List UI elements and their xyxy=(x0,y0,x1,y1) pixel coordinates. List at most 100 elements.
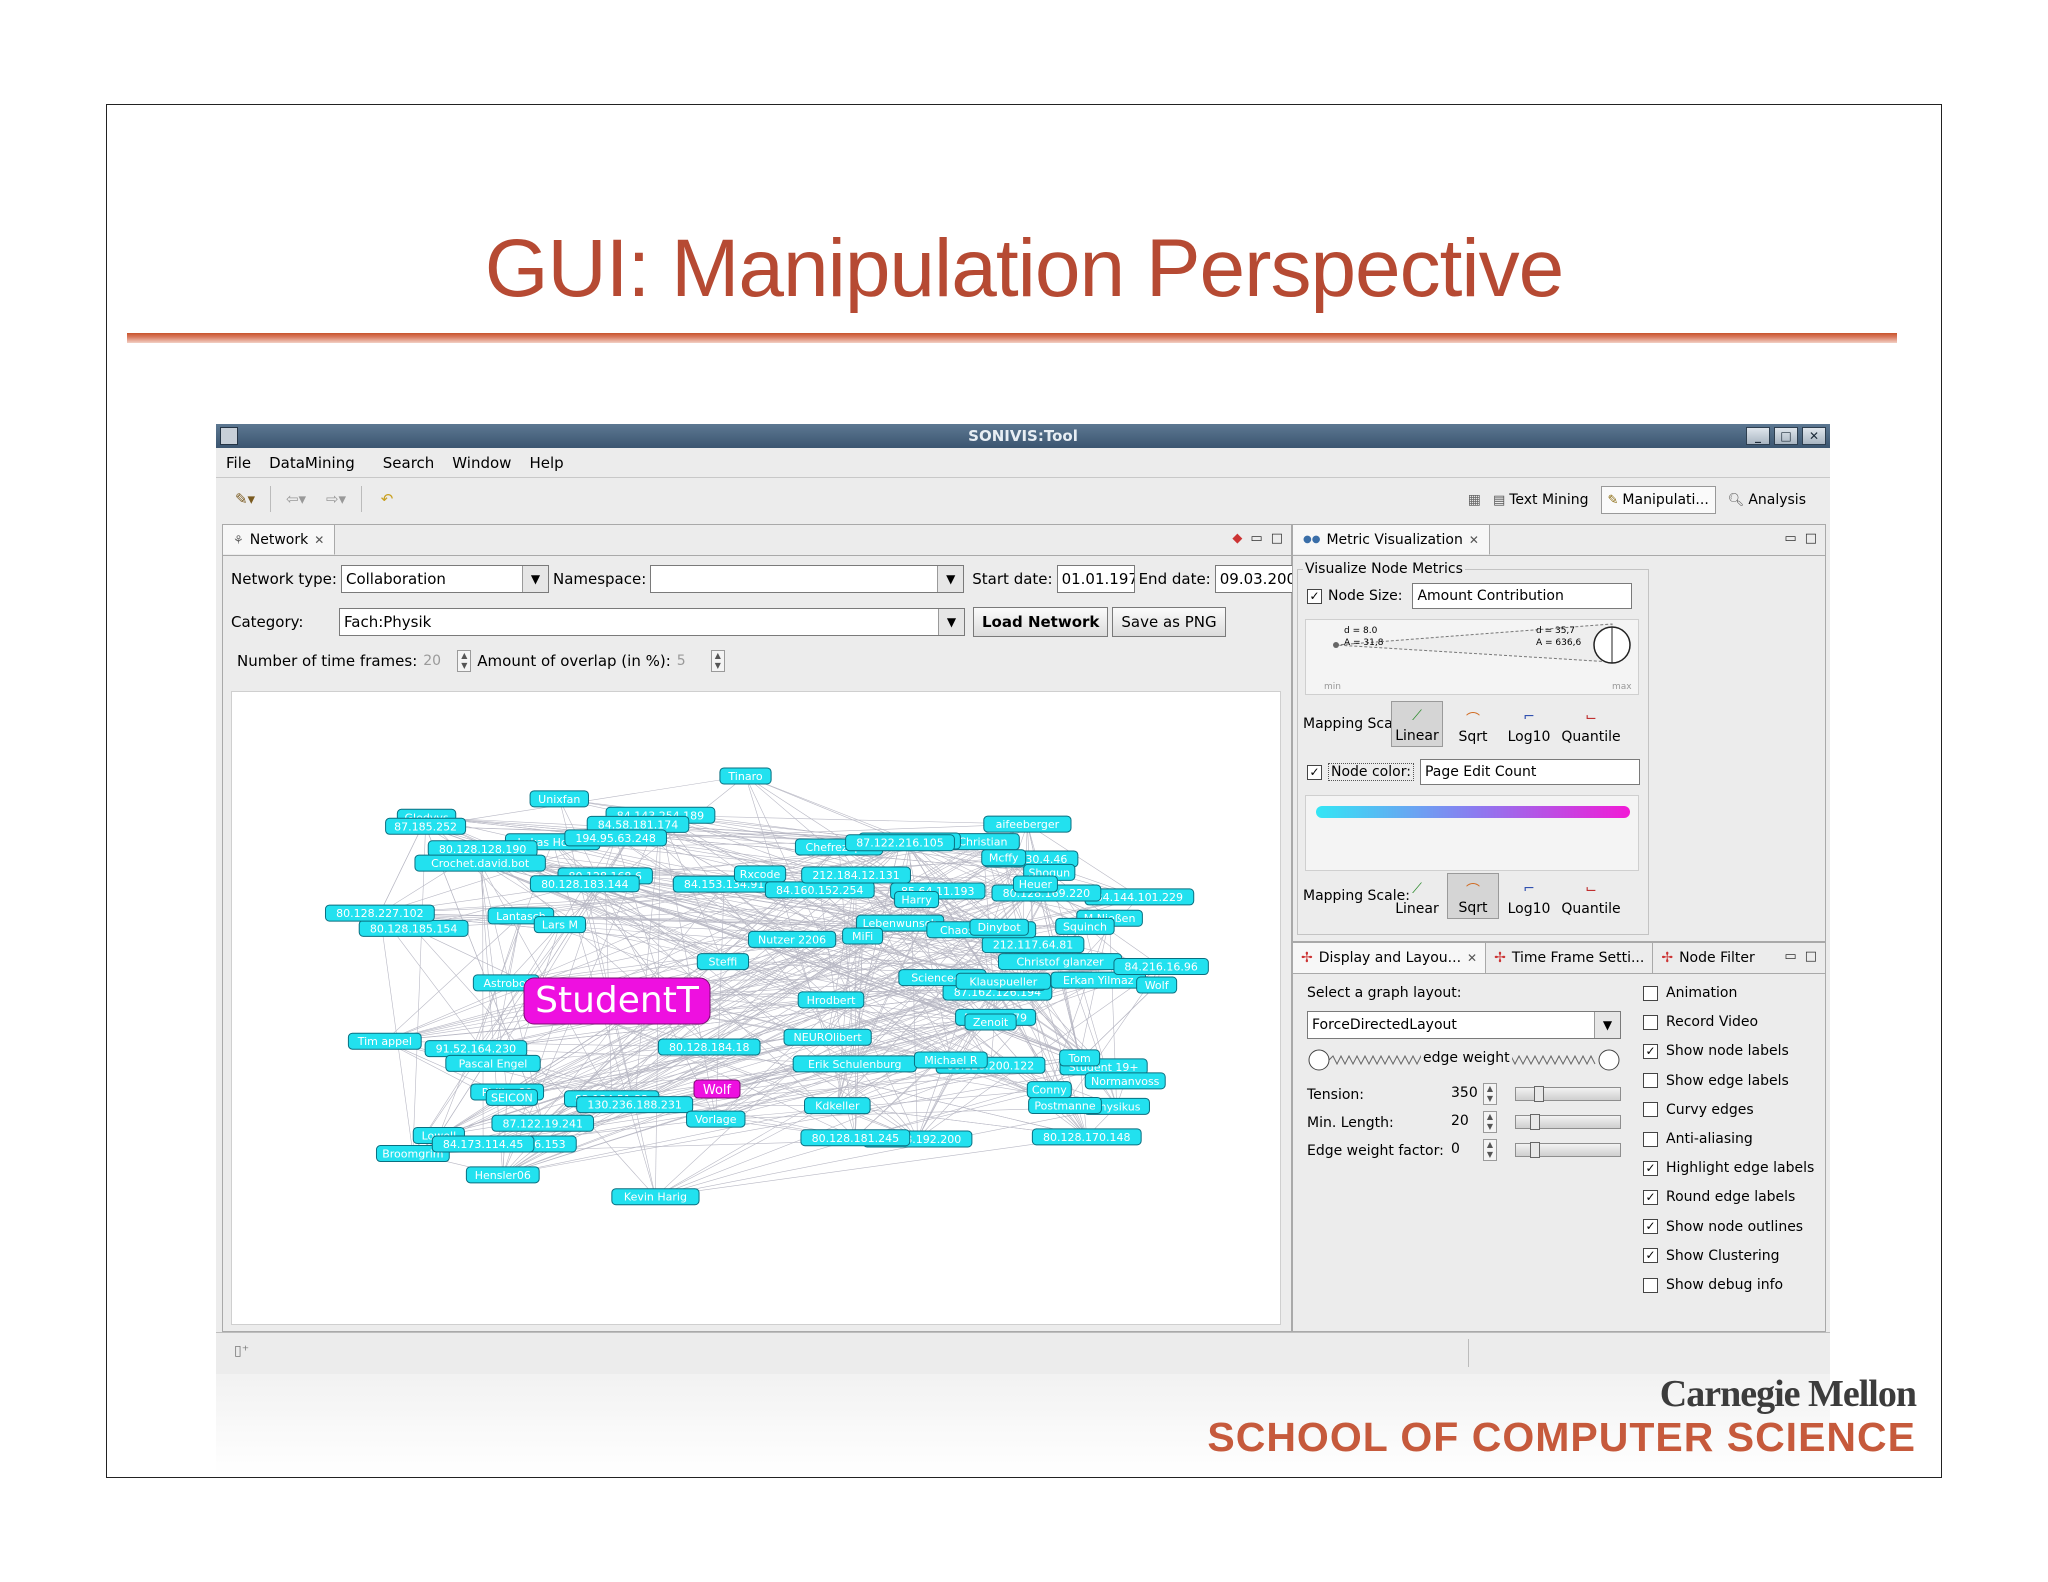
graph-node[interactable]: SEICON xyxy=(485,1088,538,1106)
tab-metric-visualization[interactable]: ●● Metric Visualization ✕ xyxy=(1293,525,1490,555)
graph-node[interactable]: 80.128.128.190 xyxy=(427,840,538,858)
graph-node-highlighted-large[interactable]: StudentT xyxy=(523,977,711,1025)
graph-node[interactable]: 87.122.216.105 xyxy=(845,834,955,852)
graph-node[interactable]: Conny xyxy=(1026,1081,1072,1099)
tension-spinner[interactable]: ▲ ▼ xyxy=(1483,1083,1497,1105)
node-size-metric-field[interactable]: Amount Contribution xyxy=(1412,583,1633,609)
graph-node[interactable]: Vorlage xyxy=(686,1110,746,1128)
option-curvy-edges[interactable]: Curvy edges xyxy=(1643,1102,1754,1118)
option-checkbox[interactable] xyxy=(1643,1102,1658,1118)
graph-node[interactable]: 80.128.183.144 xyxy=(529,875,640,893)
eraser-icon[interactable]: ◆ xyxy=(1232,531,1242,546)
graph-node[interactable]: 194.95.63.248 xyxy=(564,829,667,847)
nav-forward-icon[interactable]: ⇨▾ xyxy=(321,487,351,511)
graph-node[interactable]: 80.128.184.18 xyxy=(657,1038,761,1056)
option-round-edge-labels[interactable]: ✓ Round edge labels xyxy=(1643,1189,1795,1205)
graph-node[interactable]: 212.184.12.131 xyxy=(801,866,911,884)
graph-node[interactable]: Harry xyxy=(894,891,940,909)
scale-linear-button[interactable]: ⟋ Linear xyxy=(1391,701,1443,747)
graph-node[interactable]: NEUROlibert xyxy=(783,1028,872,1046)
slider-thumb[interactable] xyxy=(1534,1086,1544,1102)
tab-network[interactable]: ⚘ Network ✕ xyxy=(223,525,336,555)
edge-factor-slider[interactable] xyxy=(1515,1142,1621,1158)
graph-node[interactable]: Tim appel xyxy=(347,1032,422,1050)
min-length-value[interactable]: 20 xyxy=(1447,1109,1483,1133)
fast-view-icon[interactable]: ▯⁺ xyxy=(234,1343,249,1359)
graph-node[interactable]: 84.173.114.45 xyxy=(431,1135,535,1153)
option-record-video[interactable]: Record Video xyxy=(1643,1014,1758,1030)
graph-node[interactable]: Normanvoss xyxy=(1084,1072,1166,1090)
graph-node[interactable]: Dinybot xyxy=(969,918,1029,936)
wand-dropdown-icon[interactable]: ✎▾ xyxy=(230,487,260,511)
graph-node[interactable]: Hrodbert xyxy=(797,991,865,1009)
menu-search[interactable]: Search xyxy=(383,454,435,472)
overlap-value[interactable]: 5 xyxy=(677,649,705,673)
close-button[interactable]: ✕ xyxy=(1802,427,1826,445)
graph-node[interactable]: Squinch xyxy=(1055,917,1115,935)
nav-back-icon[interactable]: ⇦▾ xyxy=(281,487,311,511)
tab-time-frame-settings[interactable]: ✢ Time Frame Setti... xyxy=(1486,943,1654,973)
scale-linear-button[interactable]: ⟋ Linear xyxy=(1391,873,1443,919)
option-checkbox[interactable]: ✓ xyxy=(1643,1043,1658,1059)
maximize-view-icon[interactable]: □ xyxy=(1805,531,1817,546)
option-show-node-labels[interactable]: ✓ Show node labels xyxy=(1643,1043,1789,1059)
perspective-analysis[interactable]: 🔍︎ Analysis xyxy=(1722,486,1812,514)
maximize-button[interactable]: □ xyxy=(1774,427,1798,445)
minimize-view-icon[interactable]: ▭ xyxy=(1784,949,1796,964)
time-frames-value[interactable]: 20 xyxy=(423,649,451,673)
close-tab-icon[interactable]: ✕ xyxy=(1467,951,1477,965)
slider-thumb[interactable] xyxy=(1530,1114,1540,1130)
graph-layout-select[interactable]: ForceDirectedLayout ▼ xyxy=(1307,1011,1621,1039)
graph-node[interactable]: 91.52.164.230 xyxy=(424,1040,528,1058)
graph-node-highlighted[interactable]: Wolf xyxy=(693,1079,741,1099)
graph-node[interactable]: Heuer xyxy=(1012,875,1058,893)
tension-slider[interactable] xyxy=(1515,1086,1621,1102)
graph-node[interactable]: MiFi xyxy=(842,927,884,945)
option-checkbox[interactable] xyxy=(1643,1131,1658,1147)
tab-node-filter[interactable]: ✢ Node Filter xyxy=(1653,943,1762,973)
min-length-spinner[interactable]: ▲ ▼ xyxy=(1483,1111,1497,1133)
option-checkbox[interactable]: ✓ xyxy=(1643,1248,1658,1264)
option-checkbox[interactable] xyxy=(1643,1073,1658,1089)
graph-node[interactable]: Kdkeller xyxy=(804,1097,871,1115)
node-color-checkbox[interactable]: ✓ xyxy=(1307,764,1322,780)
graph-node[interactable]: Christof glanzer xyxy=(997,953,1123,971)
minimize-view-icon[interactable]: ▭ xyxy=(1784,531,1796,546)
graph-node[interactable]: Nutzer 2206 xyxy=(747,930,837,948)
graph-node[interactable]: 80.128.181.245 xyxy=(800,1129,911,1147)
option-checkbox[interactable] xyxy=(1643,1014,1658,1030)
close-tab-icon[interactable]: ✕ xyxy=(314,533,324,547)
graph-node[interactable]: Tinaro xyxy=(719,767,772,785)
graph-node[interactable]: Steffi xyxy=(696,953,750,971)
option-show-debug-info[interactable]: Show debug info xyxy=(1643,1277,1783,1293)
start-date-field[interactable]: 01.01.197 xyxy=(1056,565,1135,593)
graph-node[interactable]: Lars M xyxy=(533,916,586,934)
maximize-view-icon[interactable]: □ xyxy=(1271,531,1283,546)
option-highlight-edge-labels[interactable]: ✓ Highlight edge labels xyxy=(1643,1160,1814,1176)
graph-node[interactable]: Pascal Engel xyxy=(445,1054,541,1072)
namespace-select[interactable]: ▼ xyxy=(650,565,965,593)
minimize-view-icon[interactable]: ▭ xyxy=(1250,531,1262,546)
scale-sqrt-button[interactable]: ⌒ Sqrt xyxy=(1447,701,1499,747)
network-graph-canvas[interactable]: 87.162.126.19482.134.51.22134.130.4.46He… xyxy=(231,691,1281,1325)
graph-node[interactable]: Erik Schulenburg xyxy=(792,1055,917,1073)
graph-node[interactable]: 84.160.152.254 xyxy=(764,881,875,899)
option-checkbox[interactable]: ✓ xyxy=(1643,1219,1658,1235)
load-network-button[interactable]: Load Network xyxy=(973,607,1109,637)
scale-log10-button[interactable]: ⌐ Log10 xyxy=(1503,873,1555,919)
menu-help[interactable]: Help xyxy=(529,454,563,472)
graph-node[interactable]: Kevin Harig xyxy=(611,1188,700,1206)
graph-node[interactable]: 212.117.64.81 xyxy=(981,936,1085,954)
graph-node[interactable]: Hensler06 xyxy=(465,1166,540,1184)
minimize-button[interactable]: _ xyxy=(1746,427,1770,445)
perspective-text-mining[interactable]: ▤ Text Mining xyxy=(1487,486,1595,514)
perspective-manipulation[interactable]: ✎ Manipulati... xyxy=(1600,486,1716,514)
graph-node[interactable]: 80.128.170.148 xyxy=(1031,1128,1142,1146)
option-show-edge-labels[interactable]: Show edge labels xyxy=(1643,1073,1789,1089)
open-perspective-icon[interactable]: ▦ xyxy=(1468,492,1481,508)
overlap-spinner[interactable]: ▲ ▼ xyxy=(710,650,725,672)
category-select[interactable]: Fach:Physik ▼ xyxy=(339,608,965,636)
network-type-select[interactable]: Collaboration ▼ xyxy=(340,565,549,593)
option-checkbox[interactable] xyxy=(1643,1277,1658,1293)
slider-thumb[interactable] xyxy=(1530,1142,1540,1158)
